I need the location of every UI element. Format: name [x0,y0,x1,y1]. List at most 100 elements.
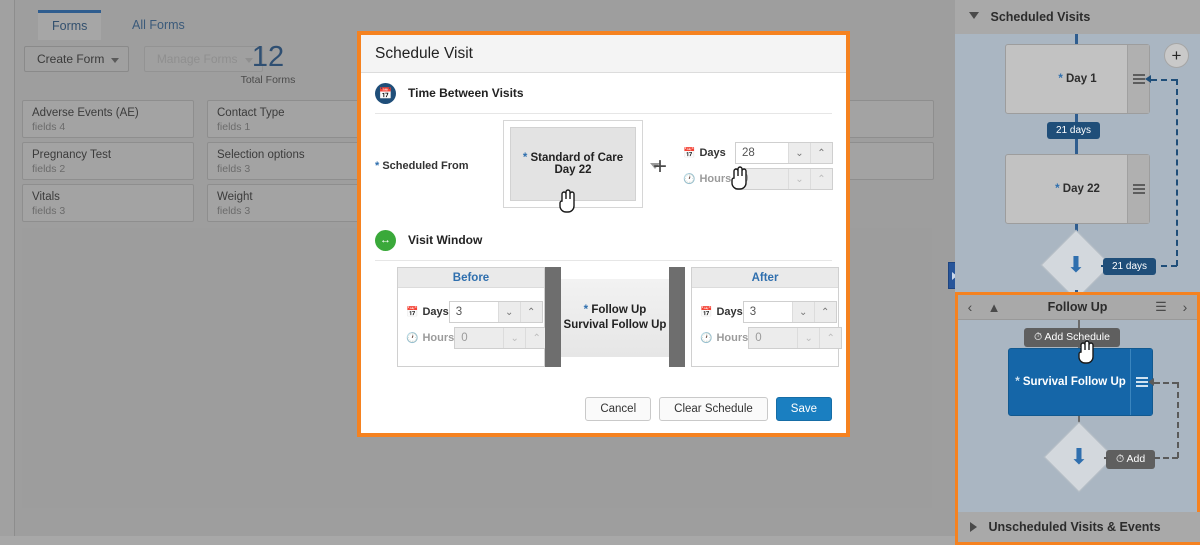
hours-text: Hours [716,332,749,344]
days-spinner[interactable]: 28 ⌄ ⌃ [735,142,833,164]
form-card[interactable]: Contact Type fields 1 [207,100,379,138]
days-input[interactable]: 28 [736,143,788,163]
visit-node-label: Day 1 [1066,73,1097,85]
arrow-left-icon [1145,75,1151,83]
days-input[interactable]: 3 [449,302,498,322]
form-card[interactable]: Vitals fields 3 [22,184,194,222]
tab-forms[interactable]: Forms [38,10,102,40]
visit-node-survival-follow-up[interactable]: * Survival Follow Up [1008,348,1153,416]
required-marker: * [375,160,380,172]
clock-icon: 🕐 [683,173,696,185]
add-followup-button[interactable]: ⏱ Add [1106,450,1156,469]
form-card[interactable]: Pregnancy Test fields 2 [22,142,194,180]
follow-up-title: Follow Up [1047,300,1108,314]
spinner-up-icon: ⌃ [810,169,832,189]
required-marker: * [522,152,528,164]
spinner-down-icon[interactable]: ⌄ [497,302,520,322]
required-marker: * [583,304,589,316]
clock-icon: 🕐 [700,332,713,344]
tab-forms-label: Forms [52,19,88,33]
form-card[interactable]: Weight fields 3 [207,184,379,222]
form-card-subtitle: fields 3 [217,205,251,217]
days-spinner[interactable]: 3 ⌄ ⌃ [448,301,543,323]
form-card-subtitle: fields 2 [32,163,66,175]
sidebar-section-scheduled-visits[interactable]: Scheduled Visits [955,0,1200,34]
hamburger-icon[interactable]: ☰ [1149,299,1173,315]
spinner-down-icon[interactable]: ⌄ [788,143,810,163]
scheduled-from-value[interactable]: * Standard of Care Day 22 [510,127,636,201]
add-visit-button[interactable]: + [1164,43,1189,68]
plus-icon: + [653,153,668,180]
section-title: Time Between Visits [408,86,524,100]
chevron-down-icon [111,58,120,63]
ribbon-wing-right [669,267,685,367]
scheduled-from-dropdown[interactable]: * Standard of Care Day 22 [503,120,660,208]
ribbon-wing-left [545,267,561,367]
create-form-button[interactable]: Create Form [24,46,130,72]
required-marker: * [1055,183,1060,195]
scheduled-from-text: Standard of Care Day 22 [530,152,624,176]
follow-up-header: ‹ ▲​ Follow Up ☰ › [958,295,1197,320]
modal-title: Schedule Visit [361,35,846,73]
visit-node-label: Day 22 [1062,183,1100,195]
hours-row: 🕐 Hours 0 ⌄ ⌃ [700,327,843,349]
required-marker: * [1058,73,1063,85]
flow-connector [1154,457,1178,459]
form-card[interactable]: Adverse Events (AE) fields 4 [22,100,194,138]
days-row: 📅 Days 3 ⌄ ⌃ [406,301,543,323]
app-root: Forms All Forms Create Form Manage Forms… [0,0,1200,545]
flow-connector [1104,457,1108,459]
add-visit-label: + [1171,46,1182,65]
form-card[interactable]: Selection options fields 3 ⏱ [207,142,573,212]
days-spinner[interactable]: 3 ⌄ ⌃ [742,301,837,323]
triangle-right-icon [970,522,977,532]
form-card-title: Vitals [32,191,60,203]
flow-connector [1075,34,1078,44]
add-schedule-button[interactable]: ⏱ Add Schedule [1024,328,1120,347]
hours-spinner: 0 ⌄ ⌃ [454,327,549,349]
total-forms-label: Total Forms [240,74,296,86]
org-tree-icon[interactable]: ▲​ [982,300,1006,315]
spinner-up-icon[interactable]: ⌃ [519,302,542,322]
section-time-between-visits: 📅 Time Between Visits [375,73,832,113]
calendar-icon: 📅 [375,82,396,104]
hours-text: Hours [422,332,455,344]
sidebar-section-unscheduled[interactable]: Unscheduled Visits & Events [958,512,1200,542]
add-followup-label: Add [1126,453,1146,465]
hamburger-icon[interactable] [1127,155,1149,223]
visit-window-table: Before 📅 Days 3 ⌄ ⌃ 🕐 Hours 0 ⌄ ⌃ * Foll… [375,267,843,367]
save-button[interactable]: Save [775,397,832,421]
days-row: 📅 Days 28 ⌄ ⌃ [683,142,833,164]
duration-badge: 21 days [1047,122,1101,139]
clock-icon: ⏱ [1034,331,1043,343]
total-forms-counter: 12 Total Forms [228,40,308,86]
visit-node-label: Survival Follow Up [1022,376,1126,388]
spinner-up-icon[interactable]: ⌃ [810,143,832,163]
next-arrow-icon[interactable]: › [1173,295,1197,319]
prev-arrow-icon[interactable]: ‹ [958,295,982,319]
hours-label: 🕐 Hours [406,332,454,344]
section-visit-window: ↔ Visit Window [375,220,832,260]
tab-all-forms[interactable]: All Forms [118,10,199,40]
calendar-icon: 📅 [683,147,696,159]
cancel-button[interactable]: Cancel [585,397,652,421]
form-card-title: Selection options [217,149,305,161]
scheduled-from-text: Scheduled From [382,160,469,172]
spinner-down-icon[interactable]: ⌄ [791,302,814,322]
next-arrow-label: › [1182,299,1188,315]
divider [375,113,832,114]
clear-schedule-button[interactable]: Clear Schedule [659,397,768,421]
spinner-up-icon[interactable]: ⌃ [813,302,836,322]
arrow-down-icon: ⬇ [1066,252,1086,277]
days-input[interactable]: 3 [743,302,792,322]
hours-spinner: 0 ⌄ ⌃ [748,327,843,349]
unscheduled-label: Unscheduled Visits & Events [988,520,1161,534]
visit-node-day-22[interactable]: * Day 22 [1005,154,1150,224]
add-schedule-label: Add Schedule [1044,331,1110,343]
window-span-icon: ↔ [375,229,396,251]
visit-node-day-1[interactable]: * Day 1 [1005,44,1150,114]
hours-text: Hours [699,173,732,185]
form-card-title: Pregnancy Test [32,149,112,161]
flow-connector [1177,382,1179,458]
days-row: 📅 Days 3 ⌄ ⌃ [700,301,837,323]
